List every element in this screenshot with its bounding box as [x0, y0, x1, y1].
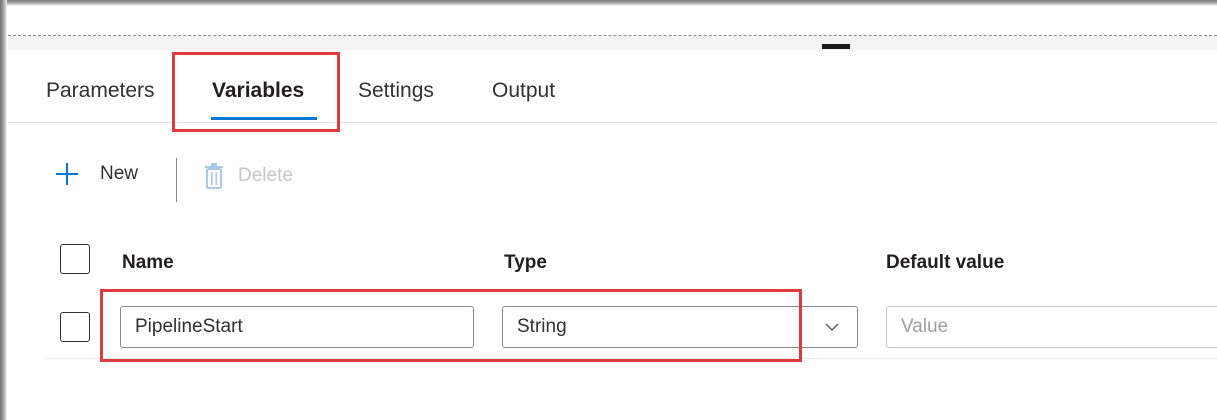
- panel-resize-handle[interactable]: [822, 44, 850, 49]
- default-value-placeholder: Value: [901, 316, 949, 337]
- column-header-type: Type: [504, 252, 547, 273]
- tab-output[interactable]: Output: [492, 79, 555, 103]
- chevron-down-icon: [825, 323, 839, 332]
- default-value-field[interactable]: Value: [886, 306, 1217, 348]
- delete-button[interactable]: Delete: [204, 160, 293, 192]
- variable-name-field[interactable]: PipelineStart: [120, 306, 474, 348]
- window-frame: Parameters Variables Settings Output New…: [0, 0, 1217, 420]
- tab-bar: Parameters Variables Settings Output: [8, 50, 1217, 123]
- delete-button-label: Delete: [238, 165, 293, 186]
- new-button[interactable]: New: [56, 158, 138, 190]
- canvas-strip: [8, 36, 1217, 50]
- tab-settings[interactable]: Settings: [358, 79, 434, 103]
- row-divider: [46, 358, 1217, 359]
- variable-type-dropdown[interactable]: String: [502, 306, 858, 348]
- window-left-edge: [0, 0, 7, 420]
- plus-icon: [56, 163, 78, 185]
- tab-parameters[interactable]: Parameters: [46, 79, 155, 103]
- select-all-checkbox[interactable]: [60, 244, 90, 274]
- toolbar-divider: [176, 158, 177, 202]
- new-button-label: New: [100, 163, 139, 184]
- column-header-name: Name: [122, 252, 174, 273]
- variable-type-value: String: [517, 316, 567, 337]
- active-tab-indicator: [211, 117, 317, 120]
- window-top-edge: [0, 0, 1217, 6]
- trash-icon: [205, 163, 223, 189]
- column-header-default-value: Default value: [886, 252, 1005, 273]
- tab-variables[interactable]: Variables: [212, 79, 304, 103]
- row-checkbox[interactable]: [60, 312, 90, 342]
- variables-panel: Parameters Variables Settings Output New…: [8, 6, 1217, 420]
- variable-name-value: PipelineStart: [135, 316, 243, 337]
